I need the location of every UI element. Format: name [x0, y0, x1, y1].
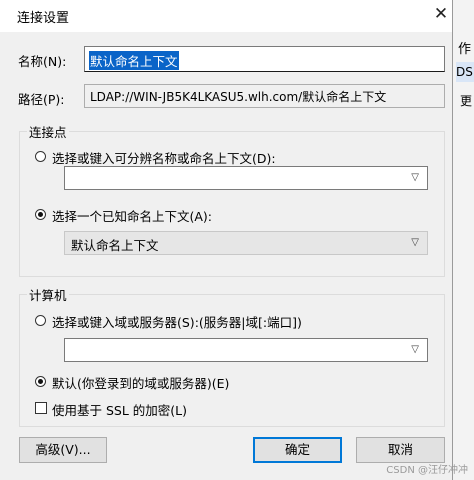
server-combo[interactable]: ▽ [64, 338, 428, 362]
radio-select-server[interactable] [35, 315, 46, 326]
name-input-value: 默认命名上下文 [89, 51, 179, 70]
watermark: CSDN @汪仔冲冲 [386, 465, 468, 476]
radio-select-dn-label: 选择或键入可分辨名称或命名上下文(D): [52, 151, 276, 166]
radio-select-dn[interactable] [35, 151, 46, 162]
known-context-combo-value: 默认命名上下文 [71, 238, 159, 253]
name-label: 名称(N): [18, 54, 67, 69]
known-context-combo[interactable]: 默认命名上下文 ▽ [64, 231, 428, 255]
dialog-title: 连接设置 [17, 11, 70, 26]
connection-point-group-title: 连接点 [27, 122, 69, 141]
chevron-down-icon: ▽ [411, 344, 419, 355]
dn-combo[interactable]: ▽ [64, 166, 428, 190]
radio-default-server[interactable] [35, 376, 46, 387]
chevron-down-icon: ▽ [411, 172, 419, 183]
chevron-down-icon: ▽ [411, 237, 419, 248]
computer-group-title: 计算机 [27, 285, 69, 304]
radio-default-server-label: 默认(你登录到的域或服务器)(E) [52, 376, 230, 391]
ssl-checkbox[interactable] [35, 402, 47, 414]
ok-button[interactable]: 确定 [253, 437, 342, 463]
connection-settings-dialog: 连接设置 ✕ 名称(N): 默认命名上下文 路径(P): LDAP://WIN-… [0, 0, 453, 480]
radio-known-context-label: 选择一个已知命名上下文(A): [52, 209, 213, 224]
close-icon[interactable]: ✕ [430, 4, 452, 24]
path-value: LDAP://WIN-JB5K4LKASU5.wlh.com/默认命名上下文 [90, 90, 387, 104]
background-text: DSI [456, 62, 474, 82]
background-text: 作 [458, 42, 472, 57]
ssl-checkbox-label: 使用基于 SSL 的加密(L) [52, 403, 187, 418]
path-field: LDAP://WIN-JB5K4LKASU5.wlh.com/默认命名上下文 [84, 84, 445, 108]
radio-known-context[interactable] [35, 209, 46, 220]
background-text: 更 [460, 94, 473, 108]
path-label: 路径(P): [18, 92, 65, 107]
name-input[interactable]: 默认命名上下文 [84, 46, 445, 72]
advanced-button[interactable]: 高级(V)... [19, 437, 107, 463]
cancel-button[interactable]: 取消 [356, 437, 445, 463]
radio-select-server-label: 选择或键入域或服务器(S):(服务器|域[:端口]) [52, 315, 302, 330]
